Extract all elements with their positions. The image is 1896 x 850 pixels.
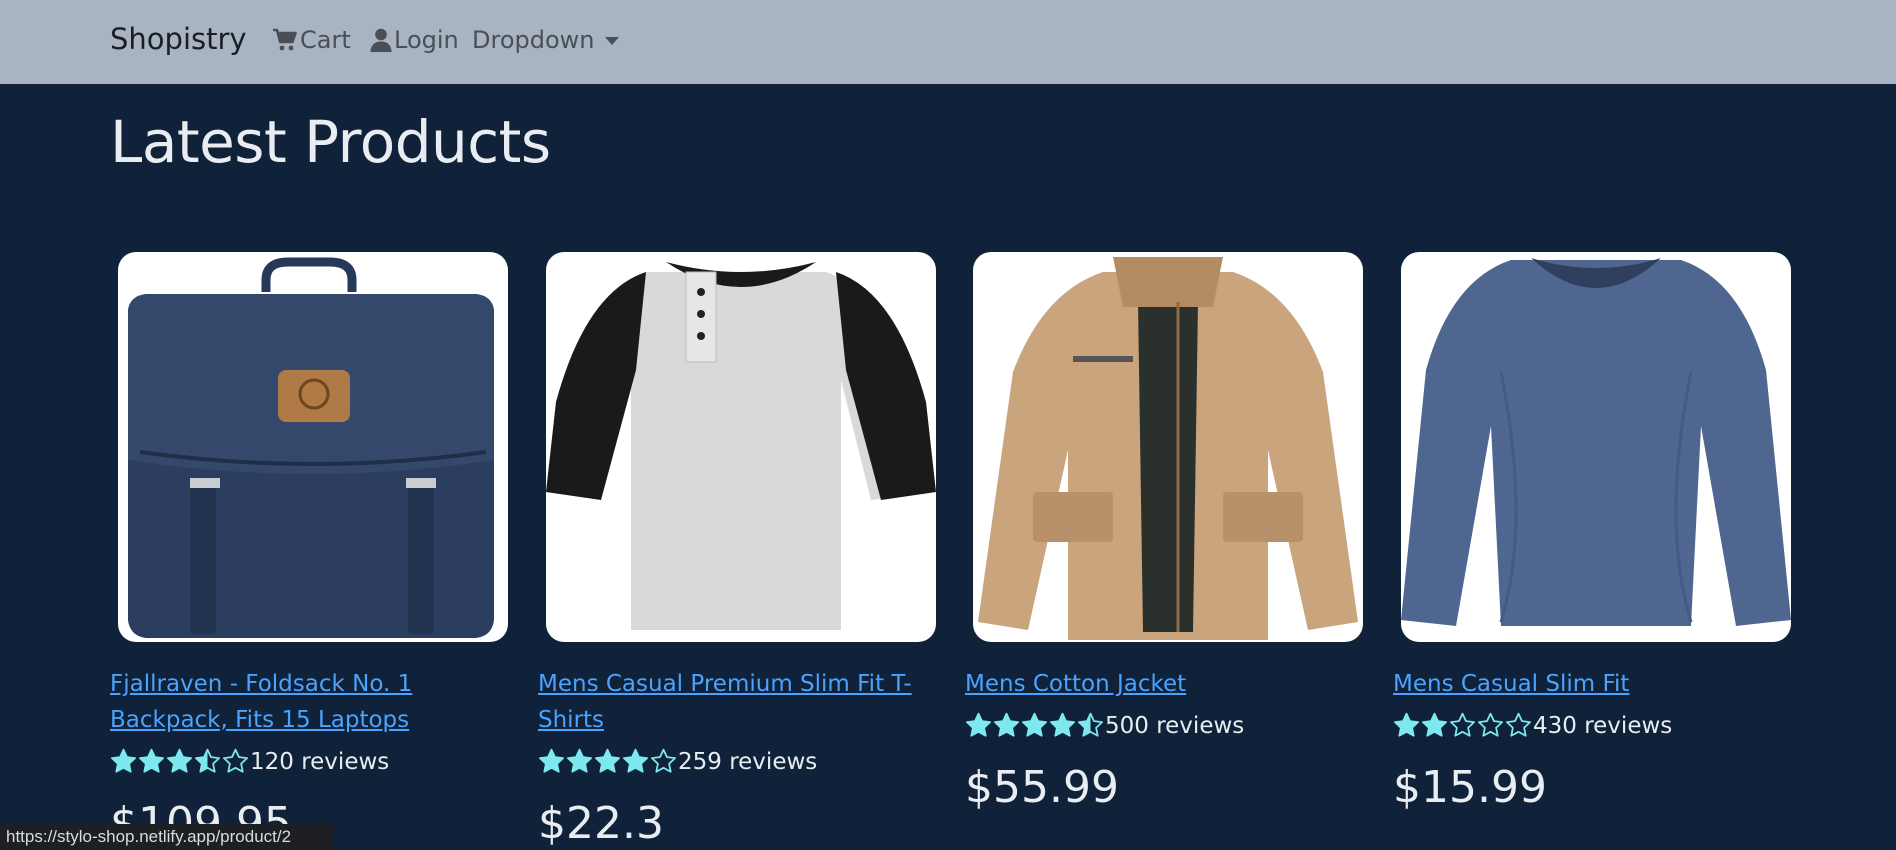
reviews-count: 430 reviews [1533, 712, 1673, 739]
product-title-link[interactable]: Mens Casual Slim Fit [1393, 666, 1783, 702]
product-price: $15.99 [1393, 762, 1547, 813]
product-image[interactable] [973, 252, 1363, 642]
chevron-down-icon [604, 37, 619, 45]
product-image[interactable] [118, 252, 508, 642]
product-title-link[interactable]: Fjallraven - Foldsack No. 1 Backpack, Fi… [110, 666, 500, 738]
star-rating [965, 712, 1104, 739]
user-icon [370, 28, 392, 52]
nav-dropdown-label: Dropdown [472, 26, 595, 54]
rating-row: 500 reviews [965, 712, 1244, 739]
rating-row: 120 reviews [110, 748, 389, 775]
star-full-icon [111, 748, 136, 773]
product-price: $55.99 [965, 762, 1119, 813]
star-empty-icon [1478, 712, 1503, 737]
star-half-icon [1078, 712, 1103, 737]
star-half-icon [195, 748, 220, 773]
star-rating [1393, 712, 1532, 739]
product-image[interactable] [546, 252, 936, 642]
nav-login-label: Login [394, 26, 459, 54]
rating-row: 430 reviews [1393, 712, 1672, 739]
cart-icon [273, 28, 297, 51]
nav-dropdown-toggle[interactable]: Dropdown [472, 26, 619, 54]
top-navbar: Shopistry Cart Login Dropdown [0, 0, 1896, 84]
reviews-count: 500 reviews [1105, 712, 1245, 739]
star-full-icon [567, 748, 592, 773]
star-full-icon [1422, 712, 1447, 737]
link-preview-status-bar: https://stylo-shop.netlify.app/product/2 [0, 824, 334, 850]
rating-row: 259 reviews [538, 748, 817, 775]
star-full-icon [1050, 712, 1075, 737]
product-price: $22.3 [538, 798, 664, 849]
star-empty-icon [223, 748, 248, 773]
product-title-link[interactable]: Mens Cotton Jacket [965, 666, 1355, 702]
star-full-icon [1394, 712, 1419, 737]
star-full-icon [167, 748, 192, 773]
star-full-icon [595, 748, 620, 773]
nav-login-link[interactable]: Login [370, 26, 459, 54]
star-empty-icon [651, 748, 676, 773]
star-rating [110, 748, 249, 775]
star-full-icon [623, 748, 648, 773]
star-full-icon [539, 748, 564, 773]
nav-cart-label: Cart [300, 26, 351, 54]
star-full-icon [966, 712, 991, 737]
star-empty-icon [1450, 712, 1475, 737]
reviews-count: 259 reviews [678, 748, 818, 775]
star-full-icon [1022, 712, 1047, 737]
star-full-icon [994, 712, 1019, 737]
page-title: Latest Products [110, 108, 551, 176]
nav-cart-link[interactable]: Cart [272, 26, 351, 54]
star-rating [538, 748, 677, 775]
star-empty-icon [1506, 712, 1531, 737]
reviews-count: 120 reviews [250, 748, 390, 775]
brand-logo[interactable]: Shopistry [110, 22, 247, 56]
product-title-link[interactable]: Mens Casual Premium Slim Fit T-Shirts [538, 666, 928, 738]
star-full-icon [139, 748, 164, 773]
product-image[interactable] [1401, 252, 1791, 642]
